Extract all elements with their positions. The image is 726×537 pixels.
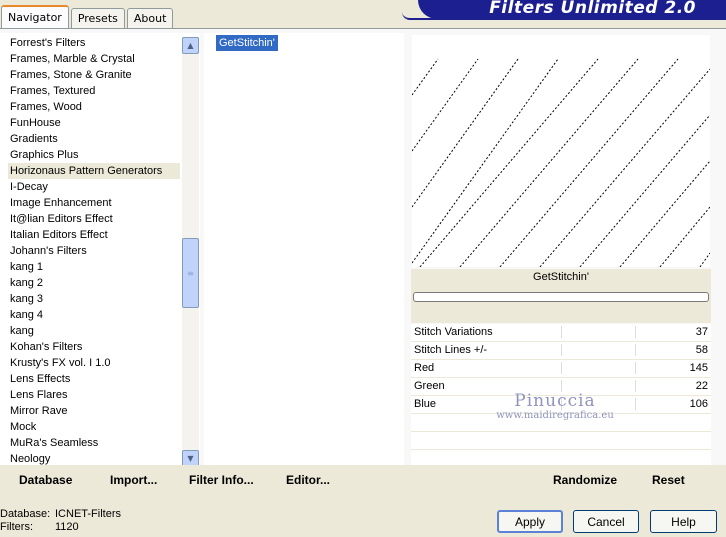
- filter-list-panel: GetStitchin': [204, 33, 404, 465]
- help-button[interactable]: Help: [650, 510, 717, 533]
- tab-navigator[interactable]: Navigator: [1, 5, 69, 28]
- slider-tick: [635, 380, 636, 392]
- category-item[interactable]: Frames, Stone & Granite: [8, 67, 180, 83]
- param-label: Blue: [414, 398, 437, 410]
- up-arrow-icon: ▲: [187, 41, 194, 50]
- category-item[interactable]: kang 3: [8, 291, 180, 307]
- slider-tick: [635, 344, 636, 356]
- category-item[interactable]: I-Decay: [8, 179, 180, 195]
- import-button[interactable]: Import...: [110, 473, 157, 487]
- tab-presets[interactable]: Presets: [70, 8, 125, 28]
- category-item[interactable]: kang 2: [8, 275, 180, 291]
- tab-about[interactable]: About: [126, 8, 174, 28]
- param-stitch-lines[interactable]: Stitch Lines +/- 58: [411, 342, 711, 360]
- category-item[interactable]: Horizonaus Pattern Generators: [8, 163, 180, 179]
- category-item[interactable]: FunHouse: [8, 115, 180, 131]
- param-value: 145: [689, 362, 708, 374]
- param-stitch-variations[interactable]: Stitch Variations 37: [411, 324, 711, 342]
- category-item[interactable]: Frames, Textured: [8, 83, 180, 99]
- cancel-button[interactable]: Cancel: [573, 510, 639, 533]
- scroll-up-button[interactable]: ▲: [182, 37, 199, 54]
- scroll-thumb[interactable]: ≡: [182, 238, 199, 308]
- app-title: Filters Unlimited 2.0: [489, 0, 696, 18]
- editor-button[interactable]: Editor...: [286, 473, 330, 487]
- filter-name-bar: GetStitchin': [411, 269, 711, 323]
- slider-tick: [635, 398, 636, 410]
- category-list: Forrest's Filters Frames, Marble & Crysta…: [8, 35, 180, 467]
- category-item[interactable]: kang 1: [8, 259, 180, 275]
- down-arrow-icon: ▼: [187, 454, 194, 463]
- randomize-button[interactable]: Randomize: [553, 473, 617, 487]
- database-value: ICNET-Filters: [55, 508, 121, 520]
- filters-count-value: 1120: [55, 521, 79, 533]
- category-item[interactable]: Graphics Plus: [8, 147, 180, 163]
- category-item[interactable]: kang 4: [8, 307, 180, 323]
- param-label: Red: [414, 362, 435, 374]
- grip-icon: ≡: [187, 268, 194, 278]
- slider-tick: [561, 362, 562, 374]
- slider-tick: [561, 398, 562, 410]
- category-item[interactable]: Krusty's FX vol. I 1.0: [8, 355, 180, 371]
- category-item[interactable]: It@lian Editors Effect: [8, 211, 180, 227]
- slider-tick: [561, 344, 562, 356]
- database-button[interactable]: Database: [19, 473, 72, 487]
- param-empty-row: [411, 432, 711, 450]
- category-item[interactable]: Johann's Filters: [8, 243, 180, 259]
- param-value: 37: [695, 326, 708, 338]
- param-green[interactable]: Green 22: [411, 378, 711, 396]
- category-item[interactable]: Kohan's Filters: [8, 339, 180, 355]
- tab-bar: Navigator Presets About: [0, 0, 175, 28]
- category-item[interactable]: Frames, Marble & Crystal: [8, 51, 180, 67]
- param-red[interactable]: Red 145: [411, 360, 711, 378]
- category-item[interactable]: Forrest's Filters: [8, 35, 180, 51]
- preview-image: [411, 35, 711, 268]
- category-item[interactable]: Lens Effects: [8, 371, 180, 387]
- filter-info-button[interactable]: Filter Info...: [189, 473, 254, 487]
- category-item[interactable]: Image Enhancement: [8, 195, 180, 211]
- category-item[interactable]: Mock: [8, 419, 180, 435]
- param-value: 58: [695, 344, 708, 356]
- category-item[interactable]: Italian Editors Effect: [8, 227, 180, 243]
- reset-button[interactable]: Reset: [652, 473, 685, 487]
- app-banner: Filters Unlimited 2.0: [418, 0, 726, 19]
- category-item[interactable]: Frames, Wood: [8, 99, 180, 115]
- main-frame: Forrest's Filters Frames, Marble & Crysta…: [0, 28, 726, 497]
- category-item[interactable]: kang: [8, 323, 180, 339]
- param-label: Stitch Variations: [414, 326, 493, 338]
- status-info: Database: ICNET-Filters Filters: 1120: [0, 508, 121, 534]
- param-empty-row: [411, 414, 711, 432]
- param-label: Green: [414, 380, 445, 392]
- param-value: 22: [695, 380, 708, 392]
- category-item[interactable]: MuRa's Seamless: [8, 435, 180, 451]
- stitch-pattern-preview: [411, 58, 711, 268]
- current-filter-name: GetStitchin': [533, 271, 589, 283]
- parameter-list: Stitch Variations 37 Stitch Lines +/- 58…: [411, 324, 711, 468]
- slider-tick: [635, 326, 636, 338]
- slider-tick: [561, 326, 562, 338]
- category-item[interactable]: Mirror Rave: [8, 403, 180, 419]
- category-list-panel: Forrest's Filters Frames, Marble & Crysta…: [0, 33, 200, 467]
- command-bar: Database Import... Filter Info... Editor…: [0, 465, 726, 497]
- filters-count-label: Filters:: [0, 521, 33, 533]
- param-value: 106: [689, 398, 708, 410]
- database-label: Database:: [0, 508, 51, 520]
- slider-tick: [635, 362, 636, 374]
- category-scrollbar[interactable]: ▲ ≡ ▼: [182, 37, 199, 467]
- filter-item[interactable]: GetStitchin': [216, 35, 278, 51]
- progress-bar: [413, 292, 709, 302]
- param-blue[interactable]: Blue 106: [411, 396, 711, 414]
- category-item[interactable]: Gradients: [8, 131, 180, 147]
- category-item[interactable]: Lens Flares: [8, 387, 180, 403]
- apply-button[interactable]: Apply: [497, 510, 563, 533]
- slider-tick: [561, 380, 562, 392]
- param-label: Stitch Lines +/-: [414, 344, 488, 356]
